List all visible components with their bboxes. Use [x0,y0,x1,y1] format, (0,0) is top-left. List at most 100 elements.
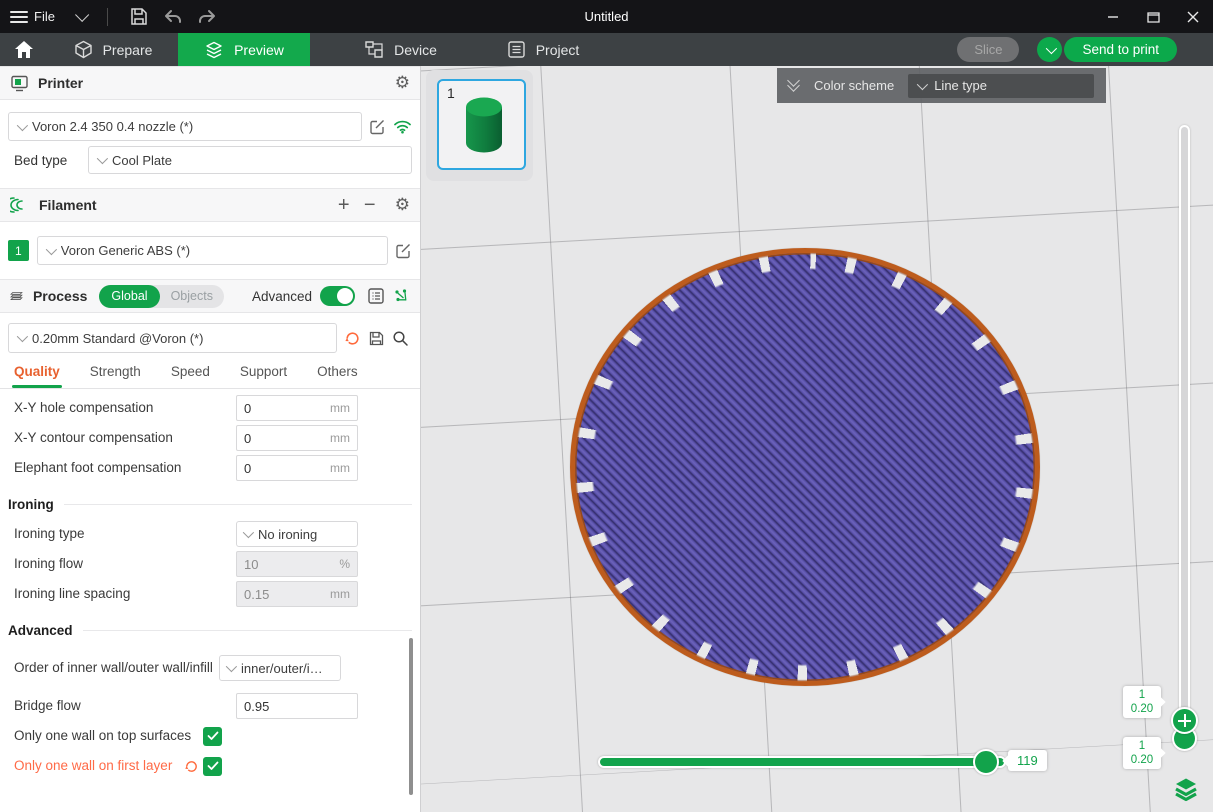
setting-label: Elephant foot compensation [14,460,236,477]
layer-tooltip-bottom: 1 0.20 [1123,737,1161,769]
filament-settings-gear-icon[interactable]: ⚙ [395,197,410,214]
minimize-button[interactable] [1093,0,1133,33]
undo-icon[interactable] [156,4,190,30]
bed-type-select[interactable]: Cool Plate [88,146,412,174]
unit-label: mm [330,401,350,415]
main-nav-bar: Prepare Preview Device Project Slice Sen… [0,33,1213,66]
tab-device[interactable]: Device [328,33,473,66]
only-one-wall-first-layer-checkbox[interactable] [203,757,222,776]
title-bar: File Untitled [0,0,1213,33]
tab-others[interactable]: Others [317,364,358,388]
filament-slot-badge[interactable]: 1 [8,240,29,261]
advanced-toggle-label: Advanced [252,289,312,304]
xy-contour-compensation-input[interactable] [244,431,326,446]
ironing-line-spacing-input [244,587,326,602]
unit-label: mm [330,461,350,475]
wall-order-select[interactable]: inner/outer/i… [219,655,341,681]
save-icon[interactable] [122,4,156,30]
move-slider[interactable] [598,756,1006,768]
preview-3d-viewport[interactable]: 1 Color scheme Line type [421,66,1213,812]
tab-quality[interactable]: Quality [14,364,60,388]
object-parameter-icon[interactable] [392,287,410,305]
device-icon [364,40,384,59]
process-layers-icon [10,288,24,304]
tab-preview[interactable]: Preview [178,33,310,66]
preview-toolbar: Color scheme Line type [777,68,1106,103]
reset-setting-icon[interactable] [184,759,199,774]
process-preset-value: 0.20mm Standard @Voron (*) [32,331,203,346]
scope-objects[interactable]: Objects [160,289,224,303]
setting-label: Order of inner wall/outer wall/infill [14,660,219,677]
only-one-wall-top-checkbox[interactable] [203,727,222,746]
process-scope-toggle[interactable]: Global Objects [99,285,224,308]
setting-label: X-Y hole compensation [14,400,236,417]
advanced-toggle[interactable] [320,286,355,306]
send-to-print-button[interactable]: Send to print [1064,37,1177,62]
chevron-down-icon [46,243,57,254]
add-filament-button[interactable]: + [331,194,357,217]
xy-contour-compensation-field[interactable]: mm [236,425,358,451]
search-settings-icon[interactable] [392,330,409,347]
file-menu[interactable]: File [34,9,55,24]
layer-slider[interactable] [1179,125,1190,745]
ironing-line-spacing-field: mm [236,581,358,607]
layer-height: 0.20 [1123,753,1161,767]
tab-strength[interactable]: Strength [90,364,141,388]
add-color-change-button[interactable] [1171,707,1198,734]
titlebar-divider [107,8,108,26]
tab-speed[interactable]: Speed [171,364,210,388]
remove-filament-button[interactable]: − [357,194,383,217]
layer-number: 1 [1123,739,1161,753]
maximize-button[interactable] [1133,0,1173,33]
printer-settings-gear-icon[interactable]: ⚙ [395,75,410,92]
filament-preset-select[interactable]: Voron Generic ABS (*) [37,236,388,265]
filament-spool-icon [10,196,30,214]
wall-order-value: inner/outer/i… [241,661,323,676]
reset-preset-icon[interactable] [344,330,361,347]
bridge-flow-input[interactable] [244,699,350,714]
parameter-list-icon[interactable] [367,287,385,305]
slice-button[interactable]: Slice [957,37,1019,62]
chevron-down-icon [17,331,28,342]
sidebar-scrollbar[interactable] [409,638,413,795]
home-button[interactable] [0,33,48,66]
bed-type-value: Cool Plate [112,153,172,168]
elephant-foot-compensation-input[interactable] [244,461,326,476]
line-type-select[interactable]: Line type [908,74,1094,98]
bridge-flow-field[interactable] [236,693,358,719]
file-menu-chevron-down-icon[interactable] [75,7,89,21]
tab-project[interactable]: Project [473,33,613,66]
process-preset-select[interactable]: 0.20mm Standard @Voron (*) [8,323,337,353]
filament-section-title: Filament [39,197,97,213]
send-options-chevron-button[interactable] [1037,37,1062,62]
chevron-down-icon [226,661,237,672]
ironing-type-select[interactable]: No ironing [236,521,358,547]
setting-label-modified: Only one wall on first layer [14,758,172,775]
filament-preset-value: Voron Generic ABS (*) [61,243,190,258]
scope-global[interactable]: Global [99,285,159,308]
printer-section-header: Printer ⚙ [0,66,420,100]
main-menu-icon[interactable] [10,11,28,23]
xy-hole-compensation-input[interactable] [244,401,326,416]
tab-support[interactable]: Support [240,364,287,388]
plate-1-thumbnail[interactable]: 1 [437,79,526,170]
layers-view-button[interactable] [1172,774,1200,802]
close-button[interactable] [1173,0,1213,33]
collapse-chevrons-icon[interactable] [789,81,798,90]
redo-icon[interactable] [190,4,224,30]
filament-section-header: Filament + − ⚙ [0,188,420,222]
save-preset-icon[interactable] [368,330,385,347]
printer-preset-value: Voron 2.4 350 0.4 nozzle (*) [32,119,193,134]
slicer-window: File Untitled [0,0,1213,812]
filament-edit-icon[interactable] [395,242,412,259]
move-slider-handle[interactable] [973,749,999,775]
xy-hole-compensation-field[interactable]: mm [236,395,358,421]
elephant-foot-compensation-field[interactable]: mm [236,455,358,481]
printer-connection-wifi-icon[interactable] [393,119,412,134]
printer-preset-select[interactable]: Voron 2.4 350 0.4 nozzle (*) [8,112,362,141]
tab-prepare[interactable]: Prepare [48,33,178,66]
printer-edit-icon[interactable] [369,118,386,135]
settings-sidebar: Printer ⚙ Voron 2.4 350 0.4 nozzle (*) B… [0,66,421,812]
layer-height: 0.20 [1123,702,1161,716]
printer-section-title: Printer [38,75,83,91]
